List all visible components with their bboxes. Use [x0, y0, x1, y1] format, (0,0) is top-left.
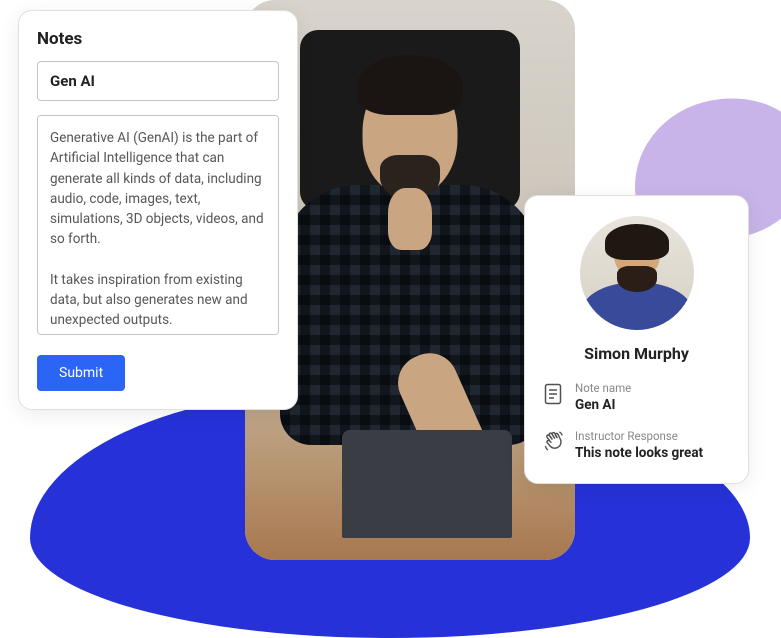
document-icon: [543, 383, 565, 405]
note-body-textarea[interactable]: [37, 115, 279, 335]
instructor-response-label: Instructor Response: [575, 429, 730, 443]
avatar: [580, 216, 694, 330]
note-name-label: Note name: [575, 381, 730, 395]
submit-button[interactable]: Submit: [37, 355, 125, 391]
detail-row-note-name: Note name Gen AI: [543, 381, 730, 413]
notes-panel: Notes Submit: [18, 10, 298, 410]
note-name-input[interactable]: [37, 61, 279, 101]
user-name: Simon Murphy: [543, 344, 730, 363]
note-name-value: Gen AI: [575, 397, 730, 413]
instructor-response-value: This note looks great: [575, 445, 730, 461]
notes-panel-title: Notes: [37, 29, 279, 49]
detail-row-instructor-response: Instructor Response This note looks grea…: [543, 429, 730, 461]
note-detail-card: Simon Murphy Note name Gen AI: [524, 195, 749, 484]
wave-hand-icon: [543, 431, 565, 453]
